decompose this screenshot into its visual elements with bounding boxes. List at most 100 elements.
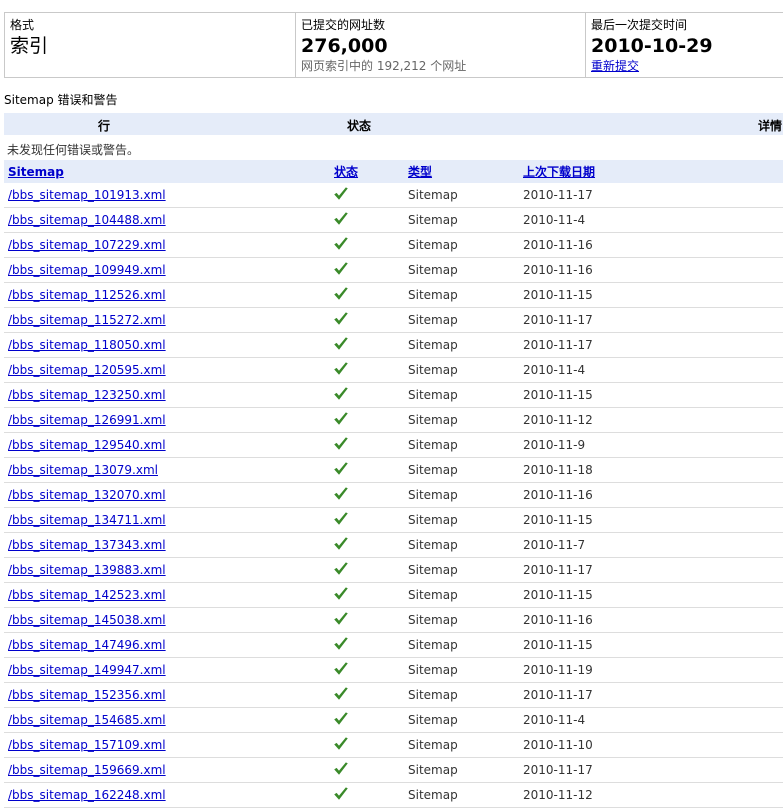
- submitted-cell: 已提交的网址数 276,000 网页索引中的 192,212 个网址: [296, 13, 586, 77]
- sitemap-file-link[interactable]: /bbs_sitemap_107229.xml: [8, 238, 166, 252]
- last-download-date: 2010-11-15: [519, 582, 783, 608]
- sitemap-file-link[interactable]: /bbs_sitemap_142523.xml: [8, 588, 166, 602]
- submitted-value: 276,000: [301, 35, 388, 57]
- table-row: /bbs_sitemap_137343.xml Sitemap 2010-11-7: [4, 532, 783, 558]
- check-icon: [334, 536, 348, 550]
- errors-col-status: 状态: [347, 119, 372, 133]
- sitemap-type: Sitemap: [404, 607, 519, 633]
- sitemap-type: Sitemap: [404, 507, 519, 533]
- sitemap-type: Sitemap: [404, 232, 519, 258]
- sitemap-file-link[interactable]: /bbs_sitemap_147496.xml: [8, 638, 166, 652]
- check-icon: [334, 386, 348, 400]
- check-icon: [334, 561, 348, 575]
- sitemap-file-link[interactable]: /bbs_sitemap_120595.xml: [8, 363, 166, 377]
- table-row: /bbs_sitemap_159669.xml Sitemap 2010-11-17: [4, 757, 783, 783]
- sitemap-summary: 格式 索引 已提交的网址数 276,000 网页索引中的 192,212 个网址…: [4, 12, 783, 78]
- sitemap-type: Sitemap: [404, 183, 519, 208]
- table-row: /bbs_sitemap_142523.xml Sitemap 2010-11-15: [4, 582, 783, 608]
- sitemap-type: Sitemap: [404, 257, 519, 283]
- table-row: /bbs_sitemap_112526.xml Sitemap 2010-11-15: [4, 282, 783, 308]
- check-icon: [334, 236, 348, 250]
- sitemap-type: Sitemap: [404, 357, 519, 383]
- last-download-date: 2010-11-4: [519, 207, 783, 233]
- last-download-date: 2010-11-18: [519, 457, 783, 483]
- sort-type-link[interactable]: 类型: [408, 165, 432, 179]
- sitemap-file-link[interactable]: /bbs_sitemap_132070.xml: [8, 488, 166, 502]
- errors-col-details: 详情: [758, 119, 783, 133]
- sitemap-file-link[interactable]: /bbs_sitemap_134711.xml: [8, 513, 166, 527]
- last-download-date: 2010-11-16: [519, 482, 783, 508]
- sitemap-file-link[interactable]: /bbs_sitemap_149947.xml: [8, 663, 166, 677]
- check-icon: [334, 261, 348, 275]
- table-row: /bbs_sitemap_157109.xml Sitemap 2010-11-10: [4, 732, 783, 758]
- format-cell: 格式 索引: [5, 13, 296, 77]
- table-row: /bbs_sitemap_154685.xml Sitemap 2010-11-4: [4, 707, 783, 733]
- table-row: /bbs_sitemap_145038.xml Sitemap 2010-11-16: [4, 607, 783, 633]
- table-row: /bbs_sitemap_101913.xml Sitemap 2010-11-17: [4, 183, 783, 208]
- last-download-date: 2010-11-16: [519, 232, 783, 258]
- sitemap-file-link[interactable]: /bbs_sitemap_13079.xml: [8, 463, 158, 477]
- last-download-date: 2010-11-17: [519, 332, 783, 358]
- table-row: /bbs_sitemap_13079.xml Sitemap 2010-11-18: [4, 457, 783, 483]
- check-icon: [334, 686, 348, 700]
- check-icon: [334, 461, 348, 475]
- table-row: /bbs_sitemap_129540.xml Sitemap 2010-11-9: [4, 432, 783, 458]
- last-download-date: 2010-11-10: [519, 732, 783, 758]
- sitemap-file-link[interactable]: /bbs_sitemap_139883.xml: [8, 563, 166, 577]
- last-submit-value: 2010-10-29: [591, 35, 713, 57]
- sitemap-file-link[interactable]: /bbs_sitemap_145038.xml: [8, 613, 166, 627]
- sitemap-type: Sitemap: [404, 382, 519, 408]
- sitemap-type: Sitemap: [404, 307, 519, 333]
- sitemap-file-link[interactable]: /bbs_sitemap_104488.xml: [8, 213, 166, 227]
- check-icon: [334, 786, 348, 800]
- sitemap-type: Sitemap: [404, 407, 519, 433]
- last-download-date: 2010-11-19: [519, 657, 783, 683]
- sitemap-file-link[interactable]: /bbs_sitemap_126991.xml: [8, 413, 166, 427]
- sitemap-type: Sitemap: [404, 532, 519, 558]
- sort-status-link[interactable]: 状态: [334, 165, 358, 179]
- sitemap-file-link[interactable]: /bbs_sitemap_157109.xml: [8, 738, 166, 752]
- sitemap-file-link[interactable]: /bbs_sitemap_137343.xml: [8, 538, 166, 552]
- sitemap-file-link[interactable]: /bbs_sitemap_115272.xml: [8, 313, 166, 327]
- check-icon: [334, 436, 348, 450]
- sitemap-type: Sitemap: [404, 757, 519, 783]
- last-download-date: 2010-11-17: [519, 557, 783, 583]
- table-row: /bbs_sitemap_162248.xml Sitemap 2010-11-12: [4, 782, 783, 808]
- check-icon: [334, 361, 348, 375]
- sitemap-file-link[interactable]: /bbs_sitemap_152356.xml: [8, 688, 166, 702]
- table-row: /bbs_sitemap_152356.xml Sitemap 2010-11-17: [4, 682, 783, 708]
- table-row: /bbs_sitemap_126991.xml Sitemap 2010-11-12: [4, 407, 783, 433]
- sitemap-file-link[interactable]: /bbs_sitemap_123250.xml: [8, 388, 166, 402]
- resubmit-link[interactable]: 重新提交: [591, 59, 639, 73]
- sitemap-file-link[interactable]: /bbs_sitemap_109949.xml: [8, 263, 166, 277]
- errors-col-row: 行: [98, 119, 111, 133]
- sitemap-type: Sitemap: [404, 582, 519, 608]
- sitemap-type: Sitemap: [404, 782, 519, 808]
- sitemap-file-link[interactable]: /bbs_sitemap_159669.xml: [8, 763, 166, 777]
- sitemap-type: Sitemap: [404, 432, 519, 458]
- sitemap-file-link[interactable]: /bbs_sitemap_101913.xml: [8, 188, 166, 202]
- sitemap-file-link[interactable]: /bbs_sitemap_154685.xml: [8, 713, 166, 727]
- last-submit-label: 最后一次提交时间: [591, 18, 688, 32]
- sitemap-file-link[interactable]: /bbs_sitemap_118050.xml: [8, 338, 166, 352]
- sort-last-download-link[interactable]: 上次下载日期: [523, 165, 595, 179]
- sitemap-file-link[interactable]: /bbs_sitemap_129540.xml: [8, 438, 166, 452]
- sitemap-file-link[interactable]: /bbs_sitemap_162248.xml: [8, 788, 166, 802]
- sort-sitemap-link[interactable]: Sitemap: [8, 165, 64, 179]
- check-icon: [334, 211, 348, 225]
- check-icon: [334, 286, 348, 300]
- table-row: /bbs_sitemap_118050.xml Sitemap 2010-11-17: [4, 332, 783, 358]
- last-download-date: 2010-11-17: [519, 307, 783, 333]
- last-download-date: 2010-11-15: [519, 282, 783, 308]
- sitemap-type: Sitemap: [404, 682, 519, 708]
- no-errors-text: 未发现任何错误或警告。: [7, 143, 140, 157]
- sitemap-type: Sitemap: [404, 732, 519, 758]
- check-icon: [334, 186, 348, 200]
- sitemap-file-link[interactable]: /bbs_sitemap_112526.xml: [8, 288, 166, 302]
- last-download-date: 2010-11-17: [519, 183, 783, 208]
- last-download-date: 2010-11-17: [519, 682, 783, 708]
- sitemap-type: Sitemap: [404, 282, 519, 308]
- sitemap-type: Sitemap: [404, 332, 519, 358]
- submitted-label: 已提交的网址数: [301, 18, 386, 32]
- table-row: /bbs_sitemap_132070.xml Sitemap 2010-11-16: [4, 482, 783, 508]
